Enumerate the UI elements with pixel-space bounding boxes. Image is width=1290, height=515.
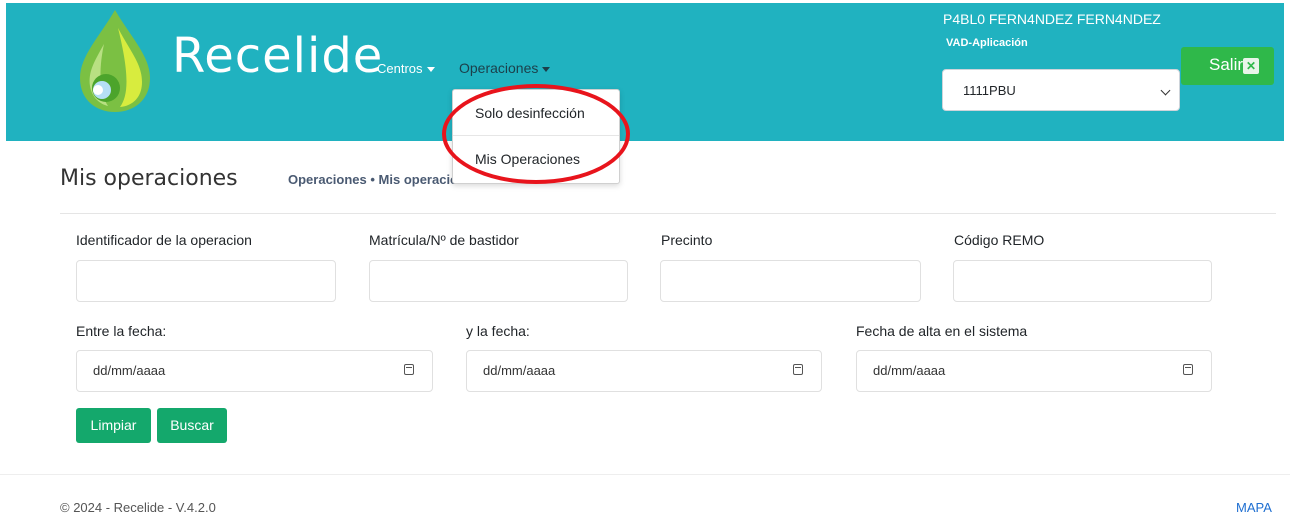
user-name: P4BL0 FERN4NDEZ FERN4NDEZ (943, 11, 1161, 27)
fecha-alta-input[interactable]: dd/mm/aaaa (856, 350, 1212, 392)
logout-label: Salir (1209, 55, 1244, 74)
menu-item-solo-desinfeccion[interactable]: Solo desinfección (475, 105, 585, 121)
fecha-desde-label: Entre la fecha: (76, 323, 167, 339)
caret-down-icon (542, 66, 551, 72)
brand-title[interactable]: Recelide (172, 28, 383, 84)
chevron-down-icon (1160, 85, 1171, 96)
app-name: VAD-Aplicación (946, 37, 1028, 49)
nav-operaciones-label: Operaciones (459, 60, 539, 76)
drop-logo-icon[interactable] (70, 6, 160, 116)
menu-item-mis-operaciones[interactable]: Mis Operaciones (475, 151, 580, 167)
matricula-label: Matrícula/Nº de bastidor (369, 232, 519, 248)
remo-label: Código REMO (954, 232, 1045, 248)
footer-copyright: © 2024 - Recelide - V.4.2.0 (60, 500, 216, 515)
fecha-desde-placeholder: dd/mm/aaaa (93, 363, 166, 378)
center-select[interactable]: 1111PBU (942, 69, 1180, 111)
logout-button[interactable]: Salir ✕ (1181, 47, 1274, 85)
id-input[interactable] (76, 260, 336, 302)
operaciones-dropdown-menu: Solo desinfección Mis Operaciones (452, 89, 620, 184)
precinto-input[interactable] (660, 260, 921, 302)
map-link[interactable]: MAPA (1236, 500, 1272, 515)
fecha-desde-input[interactable]: dd/mm/aaaa (76, 350, 433, 392)
calendar-icon[interactable] (404, 364, 414, 375)
fecha-alta-placeholder: dd/mm/aaaa (873, 363, 946, 378)
close-icon: ✕ (1243, 58, 1259, 74)
menu-divider (453, 135, 619, 136)
footer-divider (0, 474, 1290, 475)
nav-operaciones[interactable]: Operaciones (459, 60, 551, 76)
center-select-value: 1111PBU (963, 83, 1016, 98)
fecha-hasta-placeholder: dd/mm/aaaa (483, 363, 556, 378)
fecha-hasta-label: y la fecha: (466, 323, 530, 339)
caret-down-icon (426, 67, 435, 73)
fecha-hasta-input[interactable]: dd/mm/aaaa (466, 350, 822, 392)
fecha-alta-label: Fecha de alta en el sistema (856, 323, 1028, 339)
remo-input[interactable] (953, 260, 1212, 302)
clear-button[interactable]: Limpiar (76, 408, 151, 443)
precinto-label: Precinto (661, 232, 713, 248)
matricula-input[interactable] (369, 260, 628, 302)
page-title: Mis operaciones (60, 166, 238, 191)
nav-centros-label: Centros (377, 61, 423, 76)
calendar-icon[interactable] (793, 364, 803, 375)
divider (60, 213, 1276, 214)
calendar-icon[interactable] (1183, 364, 1193, 375)
id-label: Identificador de la operacion (76, 232, 252, 248)
search-button[interactable]: Buscar (157, 408, 227, 443)
nav-centros[interactable]: Centros (377, 61, 435, 76)
